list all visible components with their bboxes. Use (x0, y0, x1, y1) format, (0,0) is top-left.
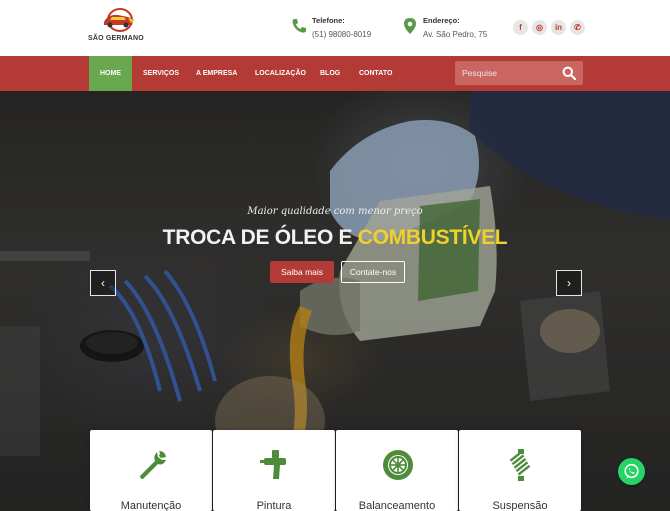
spring-icon (509, 449, 531, 481)
linkedin-icon[interactable]: in (551, 20, 566, 35)
instagram-icon[interactable]: ◎ (532, 20, 547, 35)
service-card-suspensao[interactable]: Suspensão (459, 430, 581, 511)
brand-logo[interactable]: SÃO GERMANO (88, 8, 146, 46)
service-card-pintura[interactable]: Pintura (213, 430, 335, 511)
whatsapp-social-icon[interactable]: ✆ (570, 20, 585, 35)
address-label: Endereço: (423, 16, 460, 25)
search-box (455, 61, 583, 85)
nav-item-servicos[interactable]: SERVIÇOS (143, 56, 179, 91)
nav-item-blog[interactable]: BLOG (320, 56, 340, 91)
search-icon[interactable] (562, 66, 576, 80)
phone-contact[interactable]: Telefone: (51) 98080-8019 (290, 14, 390, 42)
map-pin-icon (404, 18, 416, 34)
hero-title: TROCA DE ÓLEO E COMBUSTÍVEL (0, 226, 670, 250)
nav-item-empresa[interactable]: A EMPRESA (196, 56, 237, 91)
hero-title-highlight: COMBUSTÍVEL (357, 226, 508, 249)
brand-name: SÃO GERMANO (88, 35, 144, 42)
whatsapp-float-button[interactable] (618, 458, 645, 485)
service-title: Manutenção (120, 500, 182, 511)
top-header: SÃO GERMANO Telefone: (51) 98080-8019 En… (0, 0, 670, 56)
spray-gun-icon (260, 450, 286, 479)
phone-icon (292, 19, 306, 33)
service-title: Pintura (256, 500, 292, 511)
service-card-balanceamento[interactable]: Balanceamento (336, 430, 458, 511)
whatsapp-icon (624, 463, 639, 479)
service-card-manutencao[interactable]: Manutenção (90, 430, 212, 511)
search-input[interactable] (455, 61, 559, 85)
slider-prev-button[interactable]: ‹ (90, 270, 116, 296)
car-logo-icon (104, 8, 135, 32)
contact-us-button[interactable]: Contate-nos (341, 261, 405, 283)
nav-item-localizacao[interactable]: LOCALIZAÇÃO (255, 56, 306, 91)
phone-label: Telefone: (312, 16, 345, 25)
hero-title-main: TROCA DE ÓLEO E (162, 226, 358, 249)
address-contact[interactable]: Endereço: Av. São Pedro, 75 (401, 14, 501, 42)
phone-number: (51) 98080-8019 (312, 30, 372, 39)
nav-item-contato[interactable]: CONTATO (359, 56, 392, 91)
facebook-icon[interactable]: f (513, 20, 528, 35)
service-title: Balanceamento (358, 500, 436, 511)
hero-subtitle: Maior qualidade com menor preço (247, 206, 423, 217)
wrench-icon (140, 451, 166, 479)
address-value: Av. São Pedro, 75 (423, 30, 488, 39)
service-title: Suspensão (492, 500, 548, 511)
nav-item-home[interactable]: HOME (89, 56, 132, 91)
social-links: f ◎ in ✆ (513, 20, 585, 36)
learn-more-button[interactable]: Saiba mais (270, 261, 334, 283)
slider-next-button[interactable]: › (556, 270, 582, 296)
services-cards: Manutenção Pintura Balanceamento Suspens… (90, 430, 582, 511)
wheel-icon (383, 450, 413, 480)
